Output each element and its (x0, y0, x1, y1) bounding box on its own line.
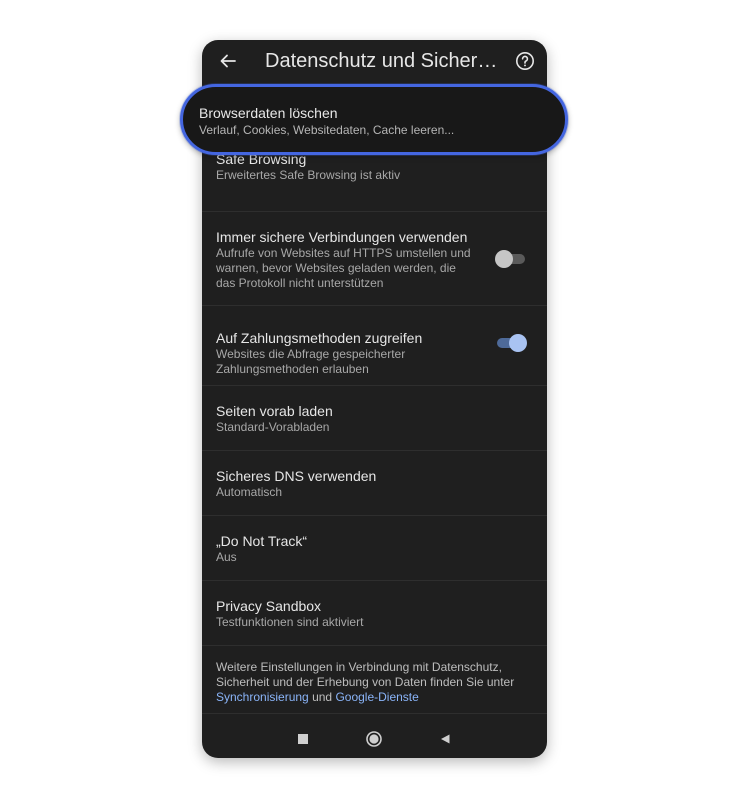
triangle-back-icon (441, 734, 450, 744)
footer-text: Weitere Einstellungen in Verbindung mit … (216, 660, 515, 689)
payment-subtitle: Websites die Abfrage gespeicherter Zahlu… (216, 347, 406, 376)
stage: Datenschutz und Sicherh... Safe Browsing… (0, 0, 750, 800)
app-bar: Datenschutz und Sicherh... (202, 40, 547, 82)
https-toggle[interactable] (495, 250, 525, 268)
dnt-subtitle: Aus (216, 550, 237, 564)
sync-link[interactable]: Synchronisierung (216, 690, 309, 704)
payment-toggle[interactable] (497, 334, 527, 352)
sandbox-subtitle: Testfunktionen sind aktiviert (216, 615, 364, 629)
dns-subtitle: Automatisch (216, 485, 283, 499)
back-button[interactable] (216, 49, 240, 73)
square-icon (298, 734, 308, 744)
settings-item-privacy-sandbox[interactable]: Privacy Sandbox Testfunktionen sind akti… (202, 581, 547, 646)
circle-icon (366, 731, 382, 747)
https-subtitle: Aufrufe von Websites auf HTTPS umstellen… (216, 246, 471, 290)
settings-item-https[interactable]: Immer sichere Verbindungen verwenden Auf… (202, 212, 547, 306)
safe-browsing-subtitle: Erweitertes Safe Browsing ist aktiv (216, 168, 401, 182)
nav-back-button[interactable] (436, 730, 454, 748)
page-title: Datenschutz und Sicherh... (265, 50, 505, 72)
preload-title: Seiten vorab laden (216, 403, 333, 419)
https-title: Immer sichere Verbindungen verwenden (216, 229, 468, 245)
arrow-left-icon (220, 54, 236, 68)
system-nav-bar (202, 718, 547, 758)
sandbox-title: Privacy Sandbox (216, 598, 322, 614)
settings-item-payment-methods[interactable]: Auf Zahlungsmethoden zugreifen Websites … (202, 306, 547, 386)
footer-conjunction: und (312, 690, 333, 704)
settings-item-clear-browsing-data[interactable]: Browserdaten löschen Verlauf, Cookies, W… (180, 84, 568, 155)
settings-list: Safe Browsing Erweitertes Safe Browsing … (202, 82, 547, 714)
settings-item-preload[interactable]: Seiten vorab laden Standard-Vorabladen (202, 386, 547, 451)
home-button[interactable] (365, 730, 383, 748)
settings-item-do-not-track[interactable]: „Do Not Track“ Aus (202, 516, 547, 581)
clear-data-title: Browserdaten löschen (199, 105, 338, 121)
footer-note: Weitere Einstellungen in Verbindung mit … (202, 646, 547, 714)
dnt-title: „Do Not Track“ (216, 533, 308, 549)
google-services-link[interactable]: Google-Dienste (335, 690, 418, 704)
clear-data-subtitle: Verlauf, Cookies, Websitedaten, Cache le… (199, 123, 455, 137)
help-button[interactable] (513, 49, 537, 73)
toggle-knob (495, 250, 513, 268)
payment-title: Auf Zahlungsmethoden zugreifen (216, 330, 423, 346)
recents-button[interactable] (294, 730, 312, 748)
preload-subtitle: Standard-Vorabladen (216, 420, 330, 434)
settings-item-secure-dns[interactable]: Sicheres DNS verwenden Automatisch (202, 451, 547, 516)
help-circle-icon (516, 52, 534, 70)
toggle-knob (509, 334, 527, 352)
dns-title: Sicheres DNS verwenden (216, 468, 377, 484)
